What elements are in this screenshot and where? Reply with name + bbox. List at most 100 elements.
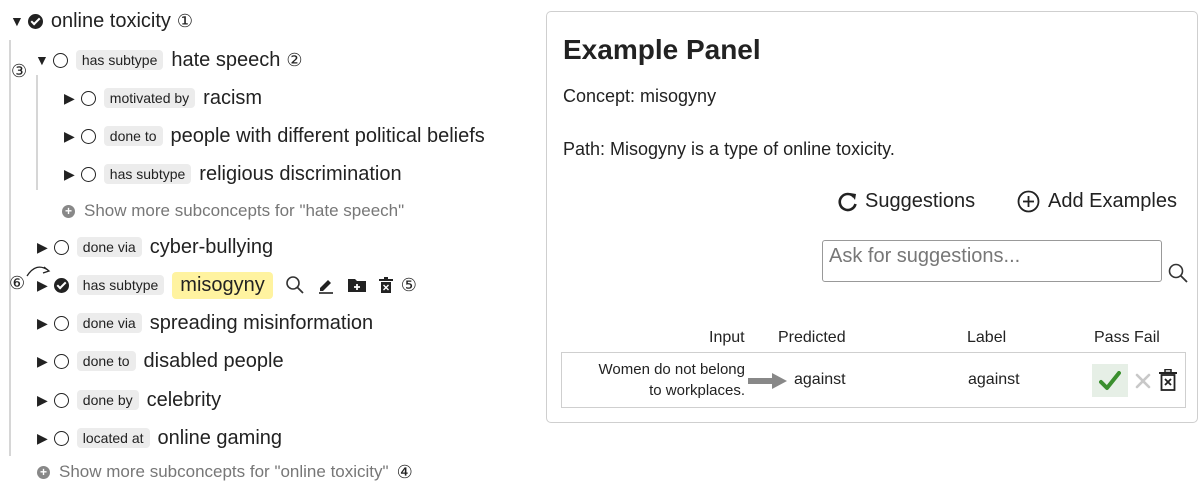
check-circle-icon[interactable] bbox=[27, 13, 43, 29]
header-predicted: Predicted bbox=[778, 329, 846, 346]
concept-label[interactable]: racism bbox=[203, 87, 262, 110]
concept-label[interactable]: online gaming bbox=[158, 427, 283, 450]
concept-label[interactable]: online toxicity bbox=[51, 10, 171, 33]
concept-label[interactable]: celebrity bbox=[147, 389, 221, 412]
caret-right-icon[interactable]: ▶ bbox=[37, 354, 48, 368]
caret-down-icon[interactable]: ▼ bbox=[10, 14, 24, 28]
show-more-label: Show more subconcepts for "hate speech" bbox=[84, 201, 405, 220]
concept-label[interactable]: spreading misinformation bbox=[150, 312, 373, 335]
example-input-line: Women do not belong bbox=[598, 361, 746, 378]
tree-node[interactable]: ▶ done via spreading misinformation bbox=[37, 310, 373, 336]
radio-circle-icon[interactable] bbox=[53, 392, 69, 408]
tree-guide-hate-speech bbox=[36, 75, 38, 190]
suggestions-button[interactable]: Suggestions bbox=[837, 190, 975, 213]
example-row: Women do not belong to workplaces. again… bbox=[561, 352, 1186, 408]
concept-label-selected[interactable]: misogyny bbox=[172, 271, 273, 299]
relation-tag: has subtype bbox=[103, 164, 192, 184]
relation-tag: motivated by bbox=[103, 88, 196, 108]
relation-tag: done via bbox=[76, 237, 142, 257]
radio-circle-icon[interactable] bbox=[80, 166, 96, 182]
tree-node-hate-speech[interactable]: ▼ has subtype hate speech ② bbox=[35, 47, 302, 73]
caret-right-icon[interactable]: ▶ bbox=[37, 278, 48, 292]
caret-right-icon[interactable]: ▶ bbox=[64, 129, 75, 143]
annotation-marker: ② bbox=[286, 49, 303, 70]
search-icon[interactable] bbox=[285, 275, 305, 295]
tree-node[interactable]: ▶ done to people with different politica… bbox=[64, 123, 485, 149]
tree-node[interactable]: ▶ located at online gaming bbox=[37, 425, 282, 451]
relation-tag: done to bbox=[76, 351, 136, 371]
caret-down-icon[interactable]: ▼ bbox=[35, 53, 49, 67]
tree-node[interactable]: ▶ has subtype religious discrimination bbox=[64, 161, 402, 187]
example-label: against bbox=[968, 371, 1020, 388]
caret-right-icon[interactable]: ▶ bbox=[37, 393, 48, 407]
add-examples-button[interactable]: Add Examples bbox=[1017, 190, 1177, 213]
plus-circle-icon: + bbox=[37, 465, 50, 479]
refresh-icon bbox=[838, 192, 857, 211]
annotation-marker: ⑥ bbox=[9, 273, 26, 293]
annotation-marker: ⑤ bbox=[400, 274, 417, 295]
tree-node[interactable]: ▶ done via cyber-bullying bbox=[37, 234, 273, 260]
pass-button[interactable] bbox=[1092, 364, 1128, 397]
tree-node-root[interactable]: ▼ online toxicity ① bbox=[10, 8, 193, 34]
delete-icon[interactable] bbox=[1158, 369, 1178, 391]
relation-tag: done via bbox=[76, 313, 142, 333]
relation-tag: located at bbox=[76, 428, 150, 448]
tree-node[interactable]: ▶ done to disabled people bbox=[37, 348, 284, 374]
tree-node[interactable]: ▶ done by celebrity bbox=[37, 387, 221, 413]
search-icon[interactable] bbox=[1167, 262, 1189, 284]
concept-tree: ▼ online toxicity ① ③ ▼ has subtype hate… bbox=[0, 0, 540, 486]
caret-right-icon[interactable]: ▶ bbox=[37, 431, 48, 445]
tree-guide-root bbox=[9, 40, 11, 456]
concept-label[interactable]: disabled people bbox=[144, 350, 284, 373]
concept-label[interactable]: hate speech bbox=[171, 49, 280, 72]
annotation-marker: ③ bbox=[11, 61, 28, 81]
concept-label[interactable]: people with different political beliefs bbox=[171, 125, 485, 148]
radio-circle-icon[interactable] bbox=[52, 52, 68, 68]
annotation-marker: ④ bbox=[396, 461, 413, 482]
example-panel: Example Panel Concept: misogyny Path: Mi… bbox=[546, 11, 1198, 423]
panel-title: Example Panel bbox=[563, 34, 761, 65]
path-line: Path: Misogyny is a type of online toxic… bbox=[563, 139, 895, 159]
caret-right-icon[interactable]: ▶ bbox=[37, 316, 48, 330]
radio-circle-icon[interactable] bbox=[53, 430, 69, 446]
plus-circle-icon bbox=[1017, 190, 1040, 213]
concept-line: Concept: misogyny bbox=[563, 86, 717, 106]
relation-tag: done to bbox=[103, 126, 163, 146]
plus-circle-icon: + bbox=[62, 204, 75, 218]
example-input: Women do not belong to workplaces. bbox=[599, 359, 746, 401]
concept-label[interactable]: cyber-bullying bbox=[150, 236, 273, 259]
header-pass-fail: Pass Fail bbox=[1094, 329, 1160, 346]
show-more-online-toxicity[interactable]: + Show more subconcepts for "online toxi… bbox=[37, 459, 413, 485]
ask-suggestions-input[interactable] bbox=[822, 240, 1162, 282]
example-predicted: against bbox=[794, 371, 846, 388]
show-more-hate-speech[interactable]: + Show more subconcepts for "hate speech… bbox=[62, 198, 404, 224]
tree-node-misogyny[interactable]: ▶ has subtype misogyny ⑤ bbox=[37, 271, 417, 299]
radio-circle-icon[interactable] bbox=[53, 353, 69, 369]
radio-circle-icon[interactable] bbox=[53, 315, 69, 331]
concept-label[interactable]: religious discrimination bbox=[199, 163, 401, 186]
example-input-line: to workplaces. bbox=[649, 382, 745, 399]
radio-circle-icon[interactable] bbox=[80, 90, 96, 106]
fail-x-icon[interactable] bbox=[1134, 372, 1152, 390]
radio-circle-icon[interactable] bbox=[53, 239, 69, 255]
caret-right-icon[interactable]: ▶ bbox=[64, 167, 75, 181]
check-circle-icon[interactable] bbox=[53, 277, 69, 293]
relation-tag: has subtype bbox=[76, 275, 165, 295]
caret-right-icon[interactable]: ▶ bbox=[64, 91, 75, 105]
caret-right-icon[interactable]: ▶ bbox=[37, 240, 48, 254]
add-folder-icon[interactable] bbox=[347, 276, 367, 294]
check-icon bbox=[1099, 370, 1121, 390]
arrow-right-icon bbox=[748, 373, 787, 389]
header-label: Label bbox=[967, 329, 1007, 346]
radio-circle-icon[interactable] bbox=[80, 128, 96, 144]
suggestions-label: Suggestions bbox=[865, 190, 976, 212]
header-input: Input bbox=[709, 329, 745, 346]
relation-tag: done by bbox=[76, 390, 139, 410]
show-more-label: Show more subconcepts for "online toxici… bbox=[59, 462, 389, 481]
relation-tag: has subtype bbox=[75, 50, 164, 70]
annotation-marker: ① bbox=[176, 10, 194, 31]
delete-icon[interactable] bbox=[378, 276, 393, 294]
tree-node[interactable]: ▶ motivated by racism bbox=[64, 85, 262, 111]
add-examples-label: Add Examples bbox=[1048, 190, 1177, 212]
edit-pencil-icon[interactable] bbox=[317, 276, 335, 294]
